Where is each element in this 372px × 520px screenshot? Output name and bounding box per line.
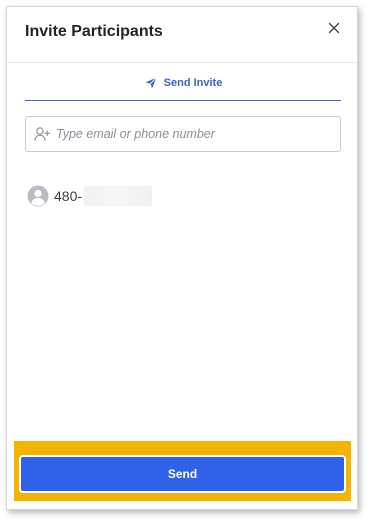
add-user-icon bbox=[34, 127, 51, 141]
participant-item: 480- bbox=[27, 185, 153, 207]
close-icon[interactable] bbox=[325, 19, 343, 37]
tab-label: Send Invite bbox=[163, 77, 223, 89]
tab-send-invite[interactable]: Send Invite bbox=[25, 75, 341, 101]
redacted-number bbox=[84, 186, 153, 206]
user-avatar-icon bbox=[27, 185, 49, 207]
send-icon bbox=[145, 77, 157, 89]
participant-phone: 480- bbox=[54, 188, 83, 204]
invite-input-container[interactable] bbox=[25, 116, 341, 152]
email-phone-input[interactable] bbox=[56, 117, 336, 151]
invite-participants-dialog: Invite Participants Send Invite 480- Sen… bbox=[6, 6, 358, 510]
send-button[interactable]: Send bbox=[19, 455, 346, 493]
dialog-title: Invite Participants bbox=[25, 23, 163, 40]
dialog-header: Invite Participants bbox=[7, 7, 357, 63]
